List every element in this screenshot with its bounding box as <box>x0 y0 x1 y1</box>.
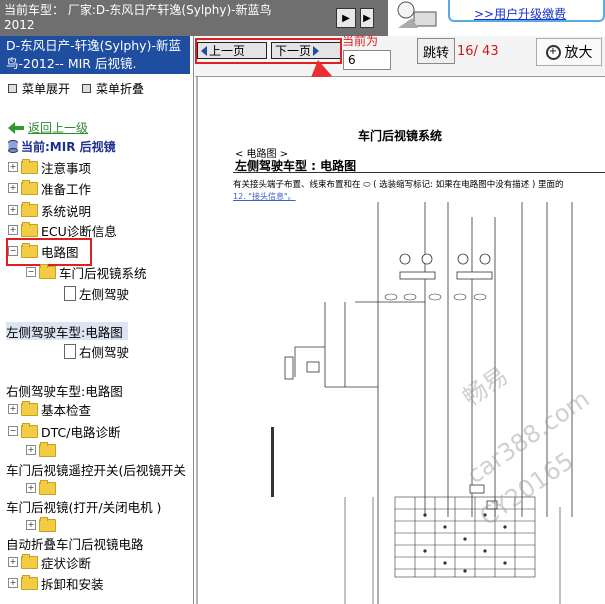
menu-collapse-button[interactable]: 菜单折叠 <box>82 80 144 97</box>
tree-item-subfolder[interactable]: + <box>26 479 56 497</box>
tree-item-preparation[interactable]: + 准备工作 <box>8 179 91 197</box>
tree-item-system-description[interactable]: + 系统说明 <box>8 201 91 219</box>
expand-plus-icon[interactable]: + <box>26 445 36 455</box>
play-icon[interactable]: ▶ <box>336 8 356 28</box>
promo-banner: >>用户升级缴费 <box>388 0 605 36</box>
tree-item-dtc-circuit[interactable]: − DTC/电路诊断 <box>8 422 120 440</box>
page-count: 16/ 43 <box>457 44 499 59</box>
menu-expand-button[interactable]: 菜单展开 <box>8 80 70 97</box>
sidebar-tree: D-东风日产-轩逸(Sylphy)-新蓝鸟-2012-- MIR 后视镜. 菜单… <box>0 36 194 604</box>
tree-item-ecu-diagnosis[interactable]: + ECU诊断信息 <box>8 221 117 239</box>
tree-item-symptom-diagnosis[interactable]: + 症状诊断 <box>8 553 91 571</box>
current-location-label: 当前:MIR 后视镜 <box>8 138 116 155</box>
zoom-in-button[interactable]: + 放大 <box>536 38 602 66</box>
expand-icon <box>8 84 17 93</box>
folder-icon <box>21 574 38 590</box>
folder-icon <box>39 516 56 532</box>
cylinder-icon <box>8 140 18 153</box>
folder-icon <box>21 221 38 237</box>
folder-icon <box>21 158 38 174</box>
wiring-diagram <box>196 77 573 604</box>
tree-item-rhd[interactable]: 右侧驾驶 <box>64 342 129 360</box>
tree-item-precautions[interactable]: + 注意事项 <box>8 158 91 176</box>
expand-plus-icon[interactable]: + <box>8 225 18 235</box>
document-icon <box>64 285 76 301</box>
tree-item-basic-inspection[interactable]: + 基本检查 <box>8 400 91 418</box>
goto-page-button[interactable]: 跳转 <box>417 38 455 64</box>
page-navigation-toolbar: 上一页 下一页 当前为 6 跳转 16/ 43 + 放大 <box>195 34 605 77</box>
expand-plus-icon[interactable]: + <box>8 404 18 414</box>
tree-item-rhd-wiring[interactable]: 右侧驾驶车型:电路图 <box>6 381 123 399</box>
back-arrow-icon <box>8 121 24 134</box>
expand-plus-icon[interactable]: + <box>8 162 18 172</box>
folder-icon <box>21 201 38 217</box>
tree-item-removal-installation[interactable]: + 拆卸和安装 <box>8 574 104 592</box>
mascot-icon <box>397 1 437 28</box>
tree-item-subfolder[interactable]: + <box>26 441 56 459</box>
fast-forward-icon[interactable]: ▶ <box>360 8 374 28</box>
folder-open-icon <box>39 263 56 279</box>
collapse-minus-icon[interactable]: − <box>8 426 18 436</box>
tree-item-subfolder[interactable]: + <box>26 516 56 534</box>
current-car-model-label: 当前车型： 厂家:D-东风日产轩逸(Sylphy)-新蓝鸟2012 <box>4 3 272 32</box>
tree-item-mirror-motor[interactable]: 车门后视镜(打开/关闭电机 ) <box>6 497 161 515</box>
collapse-icon <box>82 84 91 93</box>
tree-item-door-mirror-system[interactable]: − 车门后视镜系统 <box>26 263 147 281</box>
folder-icon <box>21 553 38 569</box>
expand-plus-icon[interactable]: + <box>8 578 18 588</box>
document-page: 车门后视镜系统 < 电路图 > 左侧驾驶车型 : 电路图 有关接头端子布置、线束… <box>195 77 605 604</box>
magnifier-plus-icon: + <box>545 44 561 60</box>
folder-icon <box>39 479 56 495</box>
document-icon <box>64 343 76 359</box>
back-link[interactable]: 返回上一级 <box>8 119 88 136</box>
tree-item-auto-fold-circuit[interactable]: 自动折叠车门后视镜电路 <box>6 534 144 552</box>
top-header-bar: 当前车型： 厂家:D-东风日产轩逸(Sylphy)-新蓝鸟2012 ▶ ▶ >>… <box>0 0 605 36</box>
expand-plus-icon[interactable]: + <box>8 205 18 215</box>
collapse-minus-icon[interactable]: − <box>26 267 36 277</box>
expand-plus-icon[interactable]: + <box>26 483 36 493</box>
tree-item-mirror-switch[interactable]: 车门后视镜遥控开关(后视镜开关 <box>6 460 194 478</box>
tree-item-lhd[interactable]: 左侧驾驶 <box>64 284 129 302</box>
sidebar-document-title: D-东风日产-轩逸(Sylphy)-新蓝鸟-2012-- MIR 后视镜. <box>0 36 190 74</box>
folder-open-icon <box>21 422 38 438</box>
upgrade-payment-link[interactable]: >>用户升级缴费 <box>474 5 566 22</box>
current-page-label: 当前为 <box>342 34 379 48</box>
folder-icon <box>21 179 38 195</box>
expand-plus-icon[interactable]: + <box>8 557 18 567</box>
tree-item-lhd-wiring[interactable]: 左侧驾驶车型:电路图 <box>6 322 128 340</box>
folder-icon <box>21 400 38 416</box>
expand-plus-icon[interactable]: + <box>8 183 18 193</box>
expand-plus-icon[interactable]: + <box>26 520 36 530</box>
folder-icon <box>39 441 56 457</box>
